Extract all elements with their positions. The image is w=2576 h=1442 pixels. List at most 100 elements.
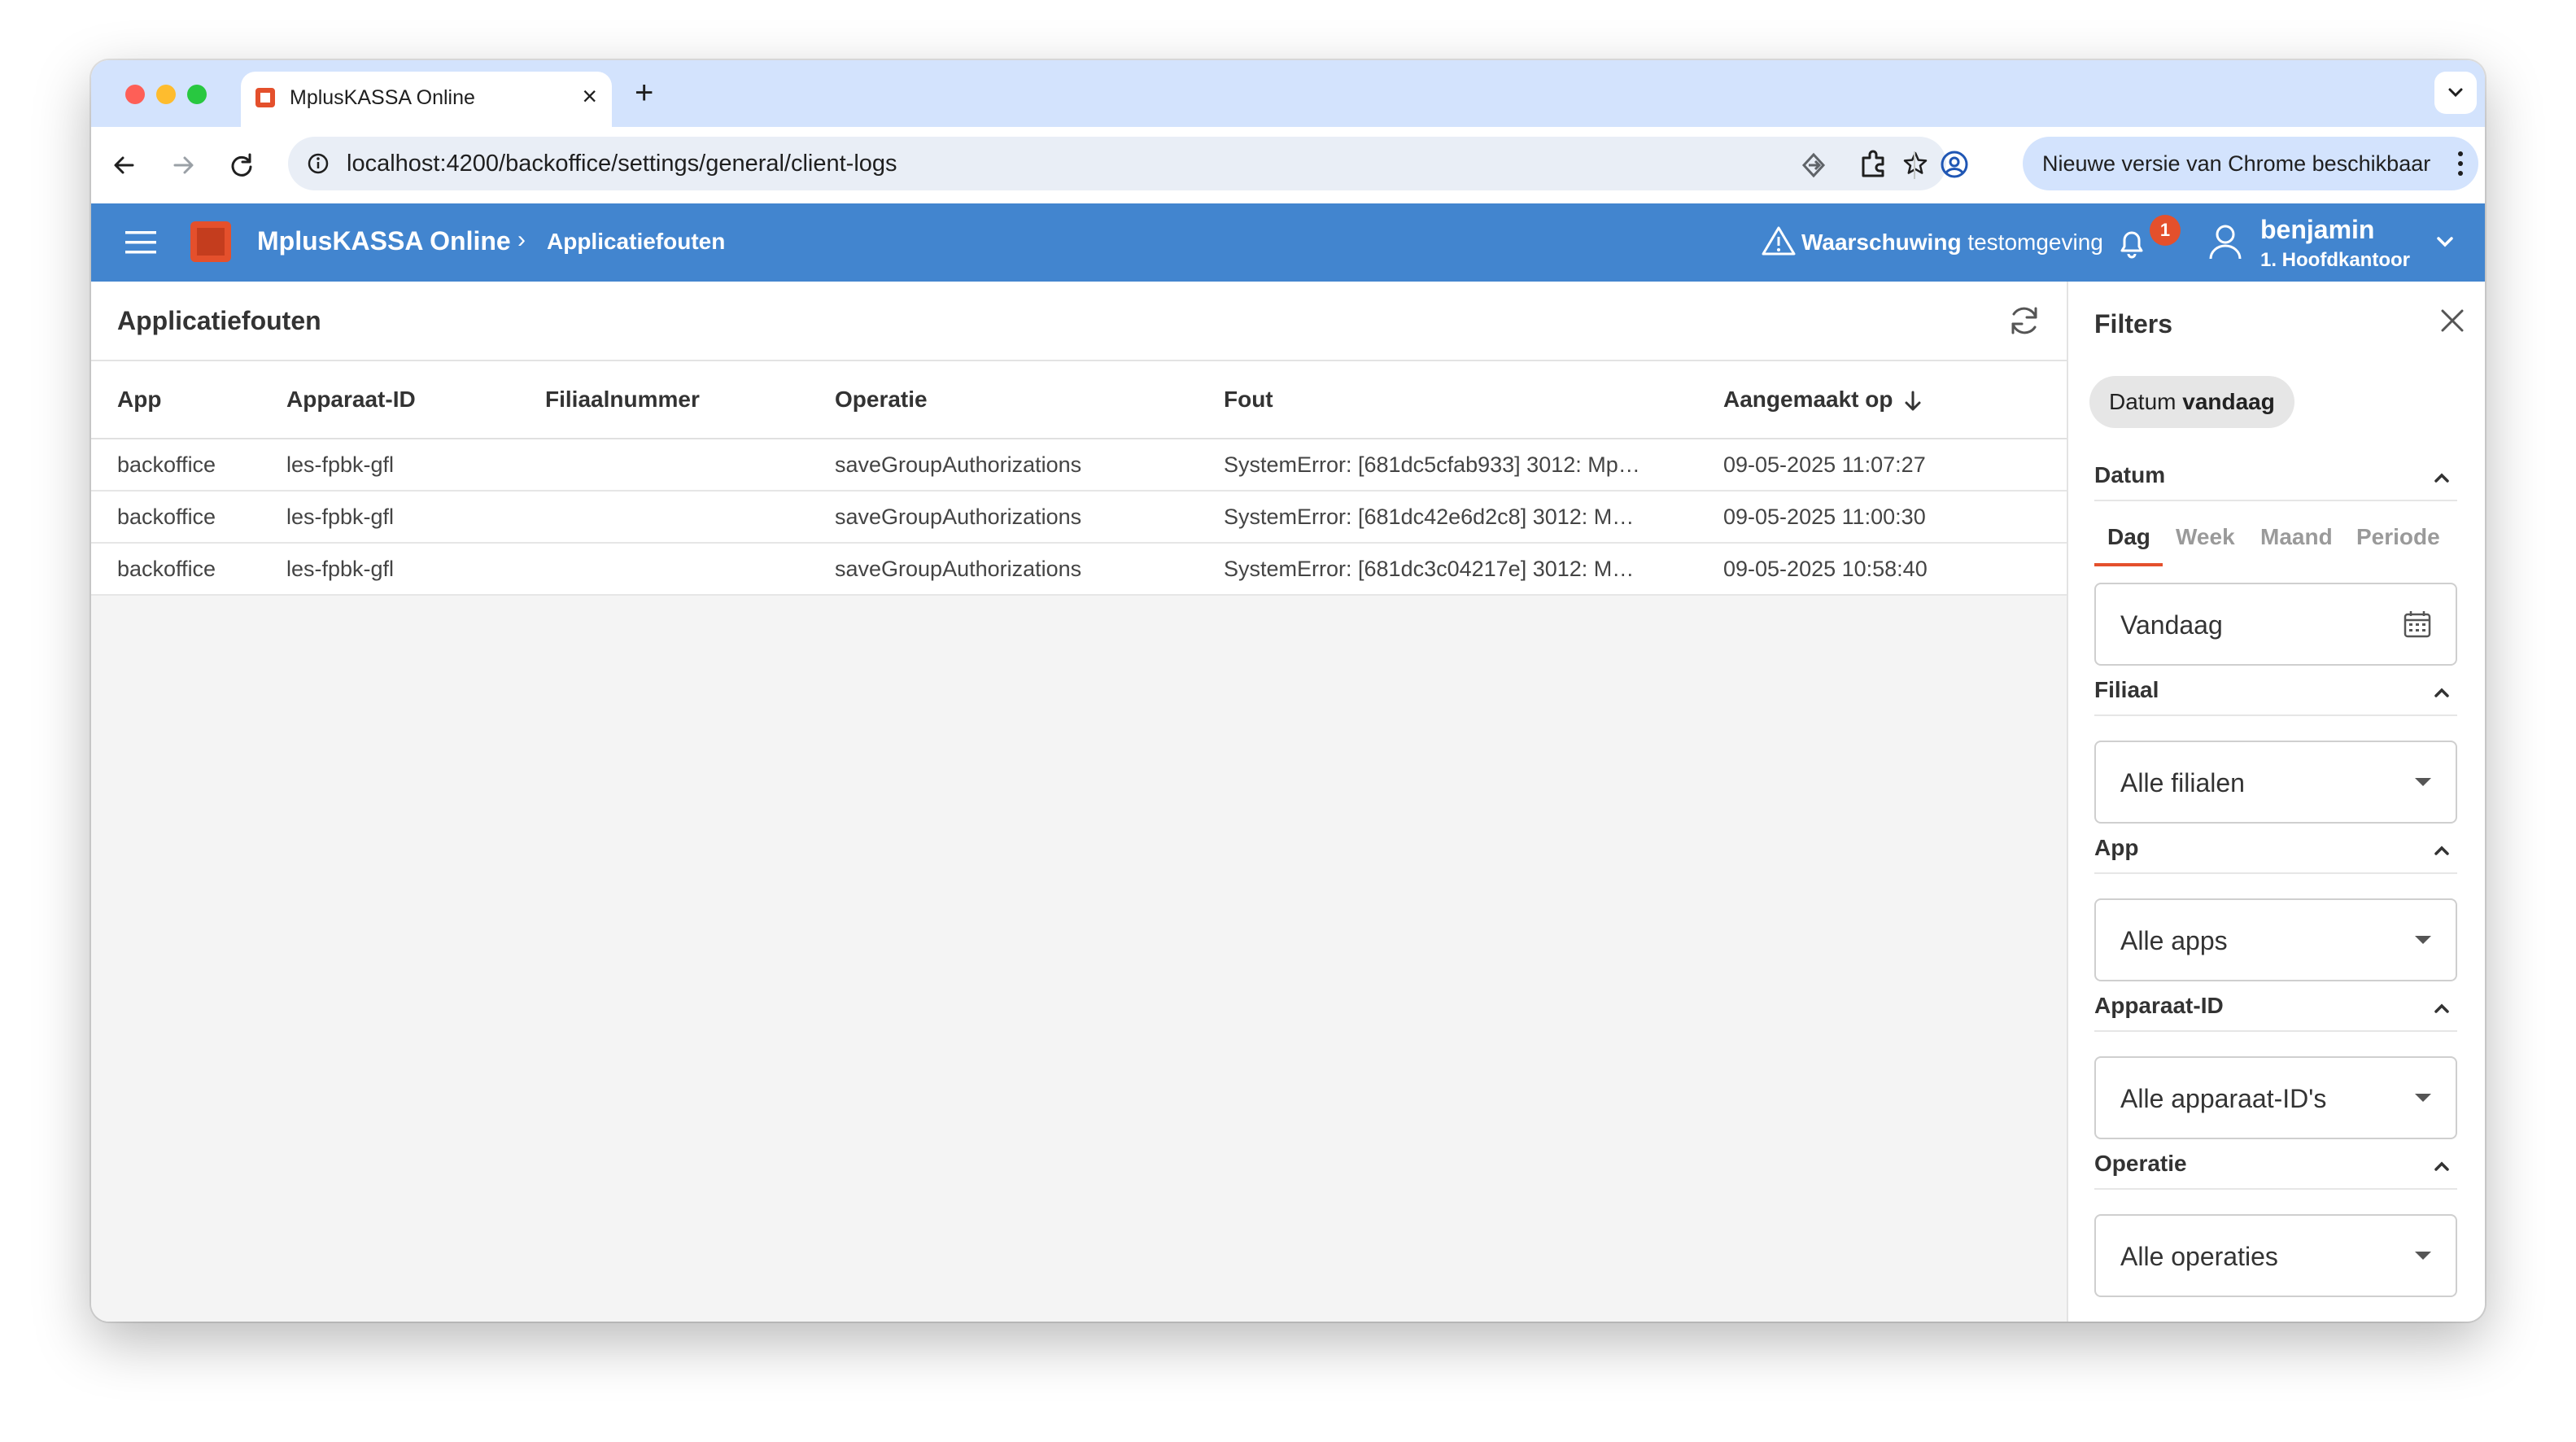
chevron-up-icon[interactable] xyxy=(2431,682,2452,703)
cell-created-at: 09-05-2025 10:58:40 xyxy=(1723,543,2067,596)
column-header-created-at[interactable]: Aangemaakt op xyxy=(1723,361,2067,439)
column-header-app[interactable]: App xyxy=(91,361,286,439)
tab-week[interactable]: Week xyxy=(2176,524,2235,550)
cell-app: backoffice xyxy=(91,439,286,492)
cell-operation: saveGroupAuthorizations xyxy=(835,439,1224,492)
url-text: localhost:4200/backoffice/settings/gener… xyxy=(347,151,897,177)
user-menu-chevron-icon[interactable] xyxy=(2433,229,2457,254)
device-select[interactable]: Alle apparaat-ID's xyxy=(2094,1056,2457,1139)
site-info-icon[interactable] xyxy=(306,151,330,176)
app-logo xyxy=(190,221,231,262)
section-app-header[interactable]: App xyxy=(2094,835,2457,874)
arrow-right-icon xyxy=(173,156,194,174)
branch-select-value: Alle filialen xyxy=(2120,768,2245,797)
arrow-left-icon xyxy=(114,156,134,174)
reload-button[interactable] xyxy=(221,145,262,186)
chevron-up-icon[interactable] xyxy=(2431,1156,2452,1177)
new-tab-button[interactable]: + xyxy=(635,76,653,109)
environment-warning: Waarschuwing testomgeving xyxy=(1801,229,2103,256)
table-row[interactable]: backoffice les-fpbk-gfl saveGroupAuthori… xyxy=(91,439,2067,492)
column-header-branch-number[interactable]: Filiaalnummer xyxy=(545,361,835,439)
extensions-puzzle-icon[interactable] xyxy=(1855,146,1891,182)
dropdown-caret-icon xyxy=(2415,936,2431,944)
breadcrumb-chevron-icon: › xyxy=(517,226,526,253)
tab-day[interactable]: Dag xyxy=(2107,524,2150,550)
chip-value: vandaag xyxy=(2182,389,2275,414)
date-input-value: Vandaag xyxy=(2120,610,2223,640)
operation-select[interactable]: Alle operaties xyxy=(2094,1214,2457,1297)
reload-icon xyxy=(231,153,252,177)
cell-created-at: 09-05-2025 11:07:27 xyxy=(1723,439,2067,492)
cell-error: SystemError: [681dc5cfab933] 3012: Mp… xyxy=(1224,439,1723,492)
section-branch-header[interactable]: Filiaal xyxy=(2094,677,2457,716)
section-device-header[interactable]: Apparaat-ID xyxy=(2094,993,2457,1032)
dropdown-caret-icon xyxy=(2415,1094,2431,1102)
chevron-up-icon[interactable] xyxy=(2431,998,2452,1019)
chevron-up-icon[interactable] xyxy=(2431,840,2452,861)
notifications-bell-icon[interactable] xyxy=(2115,225,2148,260)
column-header-operation[interactable]: Operatie xyxy=(835,361,1224,439)
section-operation-header[interactable]: Operatie xyxy=(2094,1151,2457,1190)
browser-tab[interactable]: MplusKASSA Online × xyxy=(241,72,612,127)
active-tab-indicator xyxy=(2094,563,2163,566)
address-bar[interactable]: localhost:4200/backoffice/settings/gener… xyxy=(288,137,1946,190)
section-app-label: App xyxy=(2094,835,2139,860)
column-header-device-id[interactable]: Apparaat-ID xyxy=(286,361,545,439)
device-select-value: Alle apparaat-ID's xyxy=(2120,1084,2327,1113)
app-brand[interactable]: MplusKASSA Online xyxy=(257,226,511,256)
dropdown-caret-icon xyxy=(2415,1252,2431,1260)
section-device-label: Apparaat-ID xyxy=(2094,993,2224,1018)
cell-device-id: les-fpbk-gfl xyxy=(286,491,545,544)
calendar-icon[interactable] xyxy=(2402,609,2433,640)
close-window-button[interactable] xyxy=(125,85,145,104)
table-header-row: App Apparaat-ID Filiaalnummer Operatie F… xyxy=(91,361,2067,439)
cell-error: SystemError: [681dc3c04217e] 3012: M… xyxy=(1224,543,1723,596)
user-name[interactable]: benjamin xyxy=(2260,215,2374,245)
app-select[interactable]: Alle apps xyxy=(2094,898,2457,981)
page-title: Applicatiefouten xyxy=(117,306,321,335)
tab-period[interactable]: Periode xyxy=(2356,524,2440,550)
operation-select-value: Alle operaties xyxy=(2120,1242,2278,1271)
hamburger-menu-icon[interactable] xyxy=(124,226,158,259)
chevron-up-icon[interactable] xyxy=(2431,467,2452,488)
table-row[interactable]: backoffice les-fpbk-gfl saveGroupAuthori… xyxy=(91,543,2067,596)
cell-created-at: 09-05-2025 11:00:30 xyxy=(1723,491,2067,544)
dropdown-caret-icon xyxy=(2415,778,2431,786)
tab-month[interactable]: Maand xyxy=(2260,524,2333,550)
warning-label: Waarschuwing xyxy=(1801,229,1962,255)
column-header-created-at-label: Aangemaakt op xyxy=(1723,387,1893,412)
minimize-window-button[interactable] xyxy=(156,85,176,104)
section-date-label: Datum xyxy=(2094,462,2166,487)
maximize-window-button[interactable] xyxy=(187,85,207,104)
browser-toolbar: localhost:4200/backoffice/settings/gener… xyxy=(91,127,2485,203)
browser-window: MplusKASSA Online × + localhost:4200/bac… xyxy=(91,60,2485,1322)
app-header: MplusKASSA Online › Applicatiefouten Waa… xyxy=(91,203,2485,282)
active-filter-chip[interactable]: Datum vandaag xyxy=(2089,376,2294,428)
date-input[interactable]: Vandaag xyxy=(2094,583,2457,666)
branch-select[interactable]: Alle filialen xyxy=(2094,741,2457,824)
tab-search-button[interactable] xyxy=(2434,72,2477,114)
main-content: Applicatiefouten App Apparaat-ID Filiaal… xyxy=(91,282,2067,1322)
user-branch[interactable]: 1. Hoofdkantoor xyxy=(2260,249,2410,272)
cell-operation: saveGroupAuthorizations xyxy=(835,491,1224,544)
back-button[interactable] xyxy=(104,145,145,186)
filters-panel: Filters Datum vandaag Datum Dag Week Maa… xyxy=(2067,282,2485,1322)
column-header-error[interactable]: Fout xyxy=(1224,361,1723,439)
extension-action-icon[interactable] xyxy=(1797,148,1831,182)
more-vert-icon[interactable] xyxy=(2456,150,2465,177)
table-row[interactable]: backoffice les-fpbk-gfl saveGroupAuthori… xyxy=(91,491,2067,544)
section-date-header[interactable]: Datum xyxy=(2094,462,2457,501)
bookmark-star-icon[interactable] xyxy=(1901,149,1930,178)
close-filters-icon[interactable] xyxy=(2436,304,2469,337)
user-avatar-icon[interactable] xyxy=(2203,220,2247,265)
cell-branch-number xyxy=(545,543,835,596)
chevron-down-icon xyxy=(2448,88,2463,98)
tab-close-icon[interactable]: × xyxy=(582,83,597,109)
chrome-update-button[interactable]: Nieuwe versie van Chrome beschikbaar xyxy=(2023,137,2478,190)
profile-icon[interactable] xyxy=(1936,146,1972,182)
refresh-icon[interactable] xyxy=(2005,301,2044,340)
sort-descending-icon[interactable] xyxy=(1903,390,1923,413)
cell-device-id: les-fpbk-gfl xyxy=(286,439,545,492)
cell-device-id: les-fpbk-gfl xyxy=(286,543,545,596)
forward-button[interactable] xyxy=(163,145,203,186)
